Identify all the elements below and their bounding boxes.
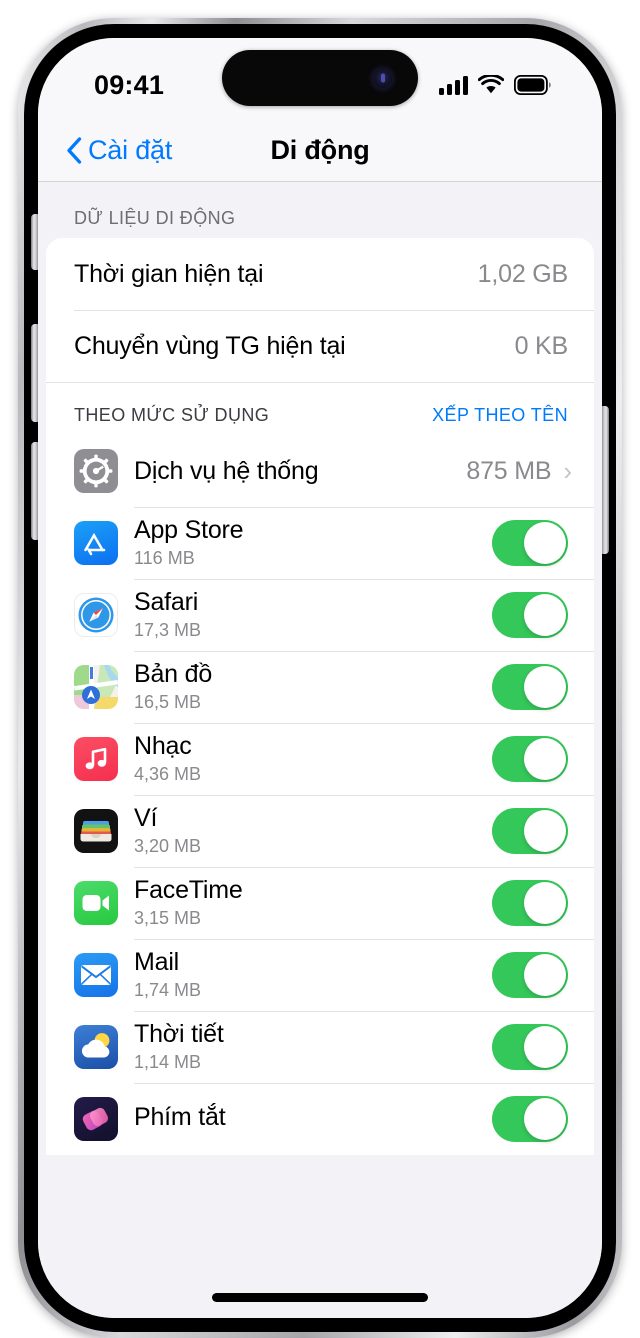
list-item-text: FaceTime 3,15 MB bbox=[134, 877, 243, 929]
status-bar: 09:41 bbox=[38, 38, 602, 120]
toggle-shortcuts[interactable] bbox=[492, 1096, 568, 1142]
list-item-text: Mail 1,74 MB bbox=[134, 949, 201, 1001]
list-item-value: 875 MB bbox=[466, 456, 552, 485]
toggle-mail[interactable] bbox=[492, 952, 568, 998]
list-item-wallet[interactable]: Ví 3,20 MB bbox=[46, 795, 594, 867]
power-button[interactable] bbox=[601, 406, 609, 554]
app-name: FaceTime bbox=[134, 876, 243, 905]
app-size: 17,3 MB bbox=[134, 619, 202, 640]
section-header-cellular-data: DỮ LIỆU DI ĐỘNG bbox=[74, 208, 236, 228]
list-item-system-services[interactable]: Dịch vụ hệ thống 875 MB › bbox=[46, 435, 594, 507]
app-name: Bản đồ bbox=[134, 660, 213, 689]
mail-icon bbox=[74, 953, 118, 997]
app-name: Mail bbox=[134, 948, 180, 977]
app-size: 1,74 MB bbox=[134, 979, 202, 1000]
list-item-text: App Store 116 MB bbox=[134, 516, 244, 569]
home-indicator[interactable] bbox=[212, 1293, 428, 1302]
app-size: 3,20 MB bbox=[134, 835, 202, 856]
row-value: 1,02 GB bbox=[477, 259, 569, 288]
row-label: Chuyển vùng TG hiện tại bbox=[74, 331, 346, 360]
app-size: 4,36 MB bbox=[134, 763, 202, 784]
toggle-knob bbox=[524, 882, 566, 924]
toggle-maps[interactable] bbox=[492, 664, 568, 710]
table-row[interactable]: Chuyển vùng TG hiện tại 0 KB bbox=[46, 310, 594, 382]
maps-icon bbox=[74, 665, 118, 709]
app-size: 3,15 MB bbox=[134, 907, 202, 928]
list-item-text: Safari 17,3 MB bbox=[134, 589, 201, 641]
sort-current-label: THEO MỨC SỬ DỤNG bbox=[74, 405, 270, 425]
list-item-app-store[interactable]: App Store 116 MB bbox=[46, 507, 594, 579]
shortcuts-icon bbox=[74, 1097, 118, 1141]
back-button[interactable]: Cài đặt bbox=[66, 135, 172, 166]
cellular-data-group: Thời gian hiện tại 1,02 GB Chuyển vùng T… bbox=[46, 238, 594, 1155]
battery-full-icon bbox=[514, 75, 552, 95]
table-row[interactable]: Thời gian hiện tại 1,02 GB bbox=[46, 238, 594, 310]
list-item-music[interactable]: Nhạc 4,36 MB bbox=[46, 723, 594, 795]
app-name: Safari bbox=[134, 588, 199, 617]
screen: 09:41 Cài đặt Di động DỮ LIỆU DI ĐỘNG Th… bbox=[38, 38, 602, 1318]
toggle-knob bbox=[524, 666, 566, 708]
safari-icon bbox=[74, 593, 118, 637]
sort-by-name-button[interactable]: XẾP THEO TÊN bbox=[432, 405, 568, 426]
app-size: 1,14 MB bbox=[134, 1051, 202, 1072]
music-icon bbox=[74, 737, 118, 781]
toggle-app-store[interactable] bbox=[492, 520, 568, 566]
app-name: Nhạc bbox=[134, 732, 192, 761]
wifi-icon bbox=[478, 75, 504, 95]
chevron-right-icon: › bbox=[563, 456, 572, 486]
app-name: Phím tắt bbox=[134, 1102, 226, 1131]
list-item-weather[interactable]: Thời tiết 1,14 MB bbox=[46, 1011, 594, 1083]
phone-bezel: 09:41 Cài đặt Di động DỮ LIỆU DI ĐỘNG Th… bbox=[24, 24, 616, 1332]
status-bar-time: 09:41 bbox=[94, 69, 165, 100]
list-item-maps[interactable]: Bản đồ 16,5 MB bbox=[46, 651, 594, 723]
status-bar-indicators bbox=[439, 63, 552, 95]
toggle-knob bbox=[524, 738, 566, 780]
phone-frame: 09:41 Cài đặt Di động DỮ LIỆU DI ĐỘNG Th… bbox=[18, 18, 622, 1338]
list-item-mail[interactable]: Mail 1,74 MB bbox=[46, 939, 594, 1011]
row-label: Thời gian hiện tại bbox=[74, 259, 264, 288]
weather-icon bbox=[74, 1025, 118, 1069]
toggle-knob bbox=[524, 954, 566, 996]
list-item-text: Ví 3,20 MB bbox=[134, 805, 201, 857]
row-value: 0 KB bbox=[514, 331, 569, 360]
list-item-text: Bản đồ 16,5 MB bbox=[134, 661, 212, 713]
toggle-knob bbox=[524, 1098, 566, 1140]
list-item-safari[interactable]: Safari 17,3 MB bbox=[46, 579, 594, 651]
chevron-left-icon bbox=[66, 137, 82, 164]
page-title: Di động bbox=[270, 135, 370, 165]
app-name: Thời tiết bbox=[134, 1020, 224, 1049]
list-item-text: Nhạc 4,36 MB bbox=[134, 733, 201, 785]
app-name: Ví bbox=[134, 804, 158, 833]
list-item-shortcuts[interactable]: Phím tắt bbox=[46, 1083, 594, 1155]
gear-icon bbox=[74, 449, 118, 493]
list-item-text: Thời tiết 1,14 MB bbox=[134, 1021, 224, 1073]
facetime-icon bbox=[74, 881, 118, 925]
dynamic-island bbox=[222, 50, 418, 106]
app-size: 16,5 MB bbox=[134, 691, 202, 712]
toggle-safari[interactable] bbox=[492, 592, 568, 638]
sort-bar: THEO MỨC SỬ DỤNG XẾP THEO TÊN bbox=[46, 382, 594, 435]
front-camera-icon bbox=[373, 68, 392, 88]
toggle-knob bbox=[524, 522, 566, 564]
wallet-icon bbox=[74, 809, 118, 853]
back-button-label: Cài đặt bbox=[88, 135, 173, 165]
list-item-facetime[interactable]: FaceTime 3,15 MB bbox=[46, 867, 594, 939]
toggle-facetime[interactable] bbox=[492, 880, 568, 926]
toggle-knob bbox=[524, 1026, 566, 1068]
cellular-signal-icon bbox=[439, 75, 468, 95]
toggle-weather[interactable] bbox=[492, 1024, 568, 1070]
toggle-music[interactable] bbox=[492, 736, 568, 782]
app-size: 116 MB bbox=[134, 547, 195, 568]
toggle-wallet[interactable] bbox=[492, 808, 568, 854]
toggle-knob bbox=[524, 594, 566, 636]
navigation-bar: Cài đặt Di động bbox=[38, 120, 602, 182]
settings-scroll-view[interactable]: DỮ LIỆU DI ĐỘNG Thời gian hiện tại 1,02 … bbox=[38, 182, 602, 1318]
list-item-label: Dịch vụ hệ thống bbox=[134, 456, 319, 485]
app-store-icon bbox=[74, 521, 118, 565]
toggle-knob bbox=[524, 810, 566, 852]
list-item-text: Phím tắt bbox=[134, 1102, 226, 1135]
app-name: App Store bbox=[134, 516, 244, 545]
